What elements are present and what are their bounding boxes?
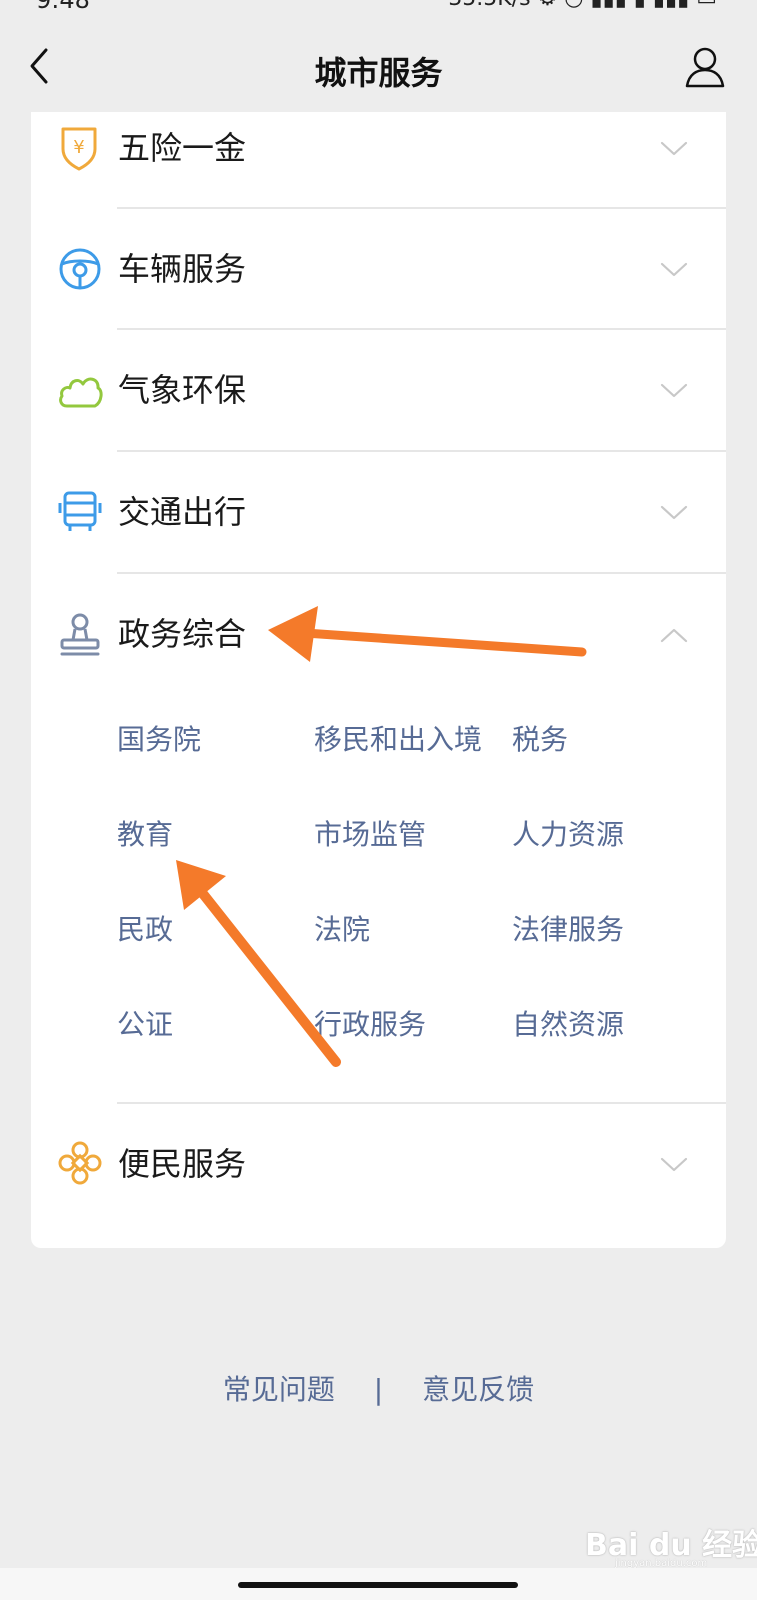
sub-item-administrative-services[interactable]: 行政服务: [314, 1007, 426, 1043]
chevron-down-icon: [660, 262, 688, 277]
chevron-up-icon: [660, 628, 688, 643]
category-transportation[interactable]: 交通出行: [31, 452, 726, 576]
service-list-card: ¥ 五险一金 车辆服务 气象环保 交通出行 政务综合 国务院 移民和出入境 税务…: [31, 112, 726, 1248]
category-vehicle-service[interactable]: 车辆服务: [31, 209, 726, 333]
category-label: 气象环保: [118, 371, 247, 409]
stamp-icon: [60, 613, 100, 656]
profile-button[interactable]: [683, 44, 727, 88]
person-icon: [685, 47, 725, 88]
footer-links: 常见问题 | 意见反馈: [0, 1368, 757, 1408]
chevron-down-icon: [660, 383, 688, 398]
header: 城市服务: [0, 14, 757, 112]
category-label: 五险一金: [118, 129, 247, 167]
feedback-link[interactable]: 意见反馈: [422, 1373, 534, 1406]
sub-item-legal-services[interactable]: 法律服务: [512, 912, 624, 948]
sub-item-notary[interactable]: 公证: [117, 1007, 173, 1043]
chevron-down-icon: [660, 141, 688, 156]
sub-item-natural-resources[interactable]: 自然资源: [512, 1007, 624, 1043]
footer-separator: |: [373, 1373, 384, 1406]
sub-item-human-resources[interactable]: 人力资源: [512, 817, 624, 853]
category-label: 车辆服务: [118, 250, 247, 288]
status-bar: 9:48 35.5K/s ⚙ ◷ ▮▮▮ ▮ ▮▮▮ ▭: [0, 0, 757, 14]
sub-item-market-supervision[interactable]: 市场监管: [314, 817, 426, 853]
chevron-down-icon: [660, 505, 688, 520]
category-label: 交通出行: [118, 493, 247, 531]
page-title: 城市服务: [314, 54, 443, 92]
category-weather-environment[interactable]: 气象环保: [31, 330, 726, 454]
steering-wheel-icon: [59, 248, 101, 290]
svg-text:¥: ¥: [73, 137, 84, 158]
cloud-icon: [59, 377, 103, 408]
home-indicator-area: [0, 1568, 757, 1600]
sub-item-education[interactable]: 教育: [117, 817, 173, 853]
category-label: 政务综合: [118, 615, 247, 653]
faq-link[interactable]: 常见问题: [223, 1373, 335, 1406]
knot-icon: [58, 1141, 102, 1185]
status-time: 9:48: [36, 0, 90, 14]
category-government-affairs[interactable]: 政务综合: [31, 574, 726, 698]
sub-item-state-council[interactable]: 国务院: [117, 722, 201, 758]
status-indicators: 35.5K/s ⚙ ◷ ▮▮▮ ▮ ▮▮▮ ▭: [448, 0, 717, 11]
category-label: 便民服务: [118, 1145, 247, 1183]
baidu-jingyan-watermark: Bai du 经验 jingyan.baidu.com: [585, 1512, 757, 1569]
bus-icon: [58, 491, 102, 531]
sub-item-court[interactable]: 法院: [314, 912, 370, 948]
shield-yen-icon: ¥: [61, 127, 97, 171]
home-indicator[interactable]: [238, 1582, 518, 1588]
sub-item-taxation[interactable]: 税务: [512, 722, 568, 758]
chevron-down-icon: [660, 1157, 688, 1172]
sub-item-immigration[interactable]: 移民和出入境: [314, 722, 482, 758]
sub-item-civil-affairs[interactable]: 民政: [117, 912, 173, 948]
category-convenience-services[interactable]: 便民服务: [31, 1104, 726, 1228]
